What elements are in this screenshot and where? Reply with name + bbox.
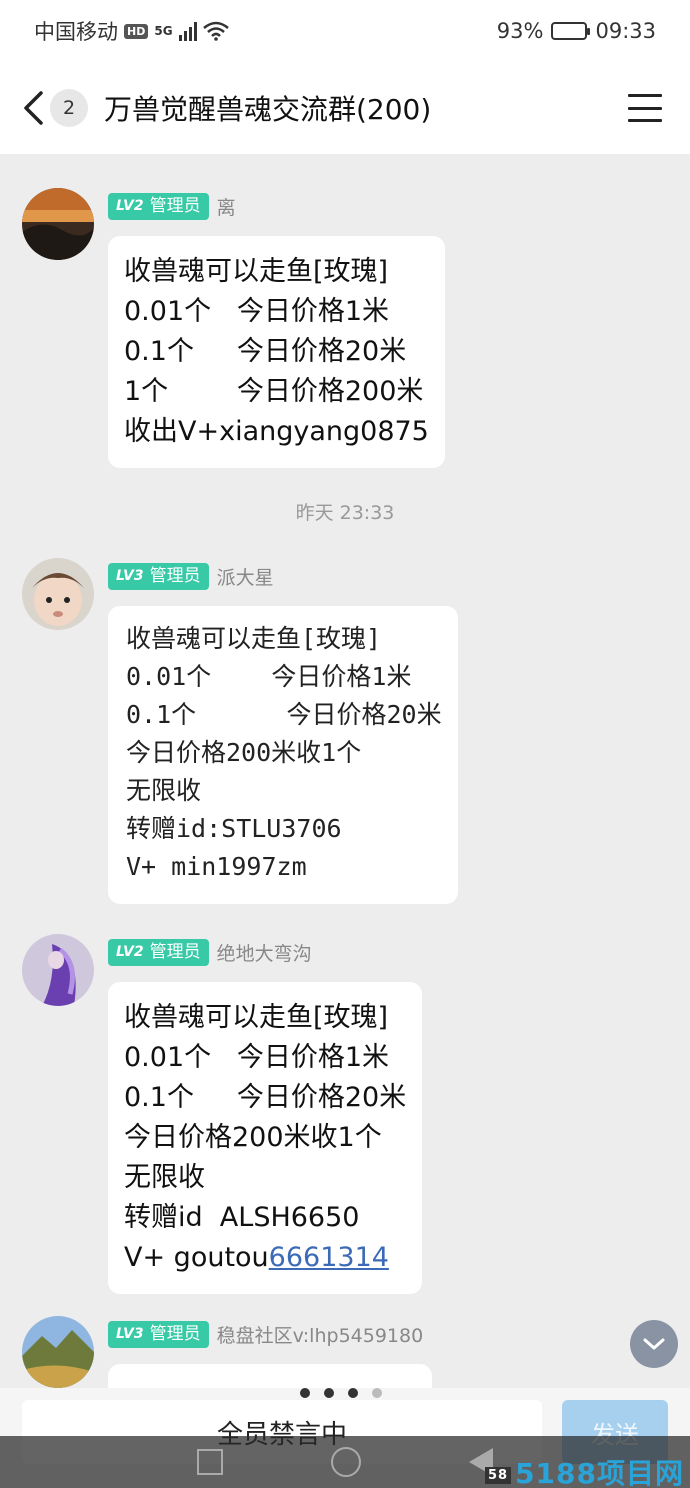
sender-name[interactable]: 派大星 (217, 563, 274, 590)
page-indicator (300, 1388, 382, 1398)
role-label: 管理员 (149, 1323, 201, 1344)
message-line: 0.01个 今日价格1米 (124, 296, 390, 327)
avatar[interactable] (22, 558, 94, 630)
avatar[interactable] (22, 934, 94, 1006)
home-button[interactable] (331, 1447, 361, 1477)
watermark-logo: 58 5188项目网 (484, 1452, 684, 1488)
status-bar: 中国移动 HD 5G 93% 09:33 (0, 0, 690, 62)
message-line: 0.1个 今日价格20米 (124, 1082, 407, 1113)
scroll-to-bottom-button[interactable] (630, 1320, 678, 1368)
chevron-down-icon (643, 1338, 665, 1350)
menu-button[interactable] (628, 94, 662, 122)
sender-name[interactable]: 稳盘社区v:lhp5459180 (217, 1321, 424, 1348)
message-line: 今日价格200米收1个 (126, 738, 362, 767)
message-line: V+ min1997zm (126, 852, 307, 881)
message-line: 收兽魂可以走鱼[玫瑰] (126, 624, 382, 653)
message-line: 转赠id ALSH6650 (124, 1202, 360, 1233)
message-line: 0.1个 今日价格20米 (124, 336, 407, 367)
avatar[interactable] (22, 188, 94, 260)
level-tag: LV2 管理员 (108, 938, 209, 966)
network-label: 5G (154, 24, 173, 38)
sender-name[interactable]: 绝地大弯沟 (217, 939, 312, 966)
message-line: 0.1个 今日价格20米 (126, 700, 442, 729)
message-line: 收兽魂可以走鱼[玫瑰] (124, 1002, 389, 1033)
chevron-left-icon (24, 91, 43, 125)
chat-header: 2 万兽觉醒兽魂交流群(200) (0, 62, 690, 154)
message-line: 无限收 (124, 1162, 205, 1193)
clock: 09:33 (595, 19, 656, 43)
menu-icon (628, 94, 662, 97)
message-line: 今日价格200米收1个 (124, 1122, 382, 1153)
message-line: 收出V+xiangyang0875 (124, 416, 429, 447)
role-label: 管理员 (149, 195, 201, 216)
level-label: LV3 (116, 567, 144, 584)
message-text: V+ goutou (124, 1242, 269, 1273)
back-button[interactable] (20, 88, 46, 128)
unread-count-badge[interactable]: 2 (50, 89, 88, 127)
watermark-small: 58 (484, 1466, 512, 1484)
message-line: 收兽魂可以走鱼[玫瑰] (124, 256, 389, 287)
hd-badge: HD (124, 23, 149, 39)
message-bubble[interactable] (108, 1364, 432, 1388)
page-title: 万兽觉醒兽魂交流群(200) (104, 93, 432, 126)
wifi-icon (202, 21, 229, 41)
message-line: 0.01个 今日价格1米 (126, 662, 412, 691)
message-line: V+ goutou6661314 (124, 1238, 406, 1278)
message-line: 1个 今日价格200米 (124, 376, 424, 407)
battery-percent: 93% (496, 19, 544, 43)
recents-button[interactable] (197, 1449, 223, 1475)
level-label: LV2 (116, 197, 144, 214)
message-bubble[interactable]: 收兽魂可以走鱼[玫瑰] 0.01个 今日价格1米 0.1个 今日价格20米 今日… (108, 982, 423, 1294)
message-bubble[interactable]: 收兽魂可以走鱼[玫瑰] 0.01个 今日价格1米 0.1个 今日价格20米 1个… (108, 236, 445, 468)
role-label: 管理员 (149, 565, 201, 586)
level-label: LV3 (116, 1325, 144, 1342)
message-bubble[interactable]: 收兽魂可以走鱼[玫瑰] 0.01个 今日价格1米 0.1个 今日价格20米 今日… (108, 606, 458, 904)
sender-name[interactable]: 离 (217, 193, 236, 220)
role-label: 管理员 (149, 941, 201, 962)
signal-icon (178, 21, 197, 41)
timestamp: 昨天 23:33 (295, 502, 395, 524)
level-tag: LV2 管理员 (108, 192, 209, 220)
avatar[interactable] (22, 1316, 94, 1388)
phone-link[interactable]: 6661314 (269, 1242, 389, 1273)
message-line: 无限收 (126, 776, 202, 805)
carrier-label: 中国移动 (34, 20, 118, 44)
watermark-text: 5188项目网 (515, 1457, 684, 1488)
level-tag: LV3 管理员 (108, 1320, 209, 1348)
chat-area[interactable]: LV2 管理员 离 收兽魂可以走鱼[玫瑰] 0.01个 今日价格1米 0.1个 … (0, 154, 690, 1388)
level-tag: LV3 管理员 (108, 562, 209, 590)
message-line: 0.01个 今日价格1米 (124, 1042, 390, 1073)
level-label: LV2 (116, 943, 144, 960)
message-line: 转赠id:STLU3706 (126, 814, 342, 843)
battery-icon (551, 22, 591, 40)
